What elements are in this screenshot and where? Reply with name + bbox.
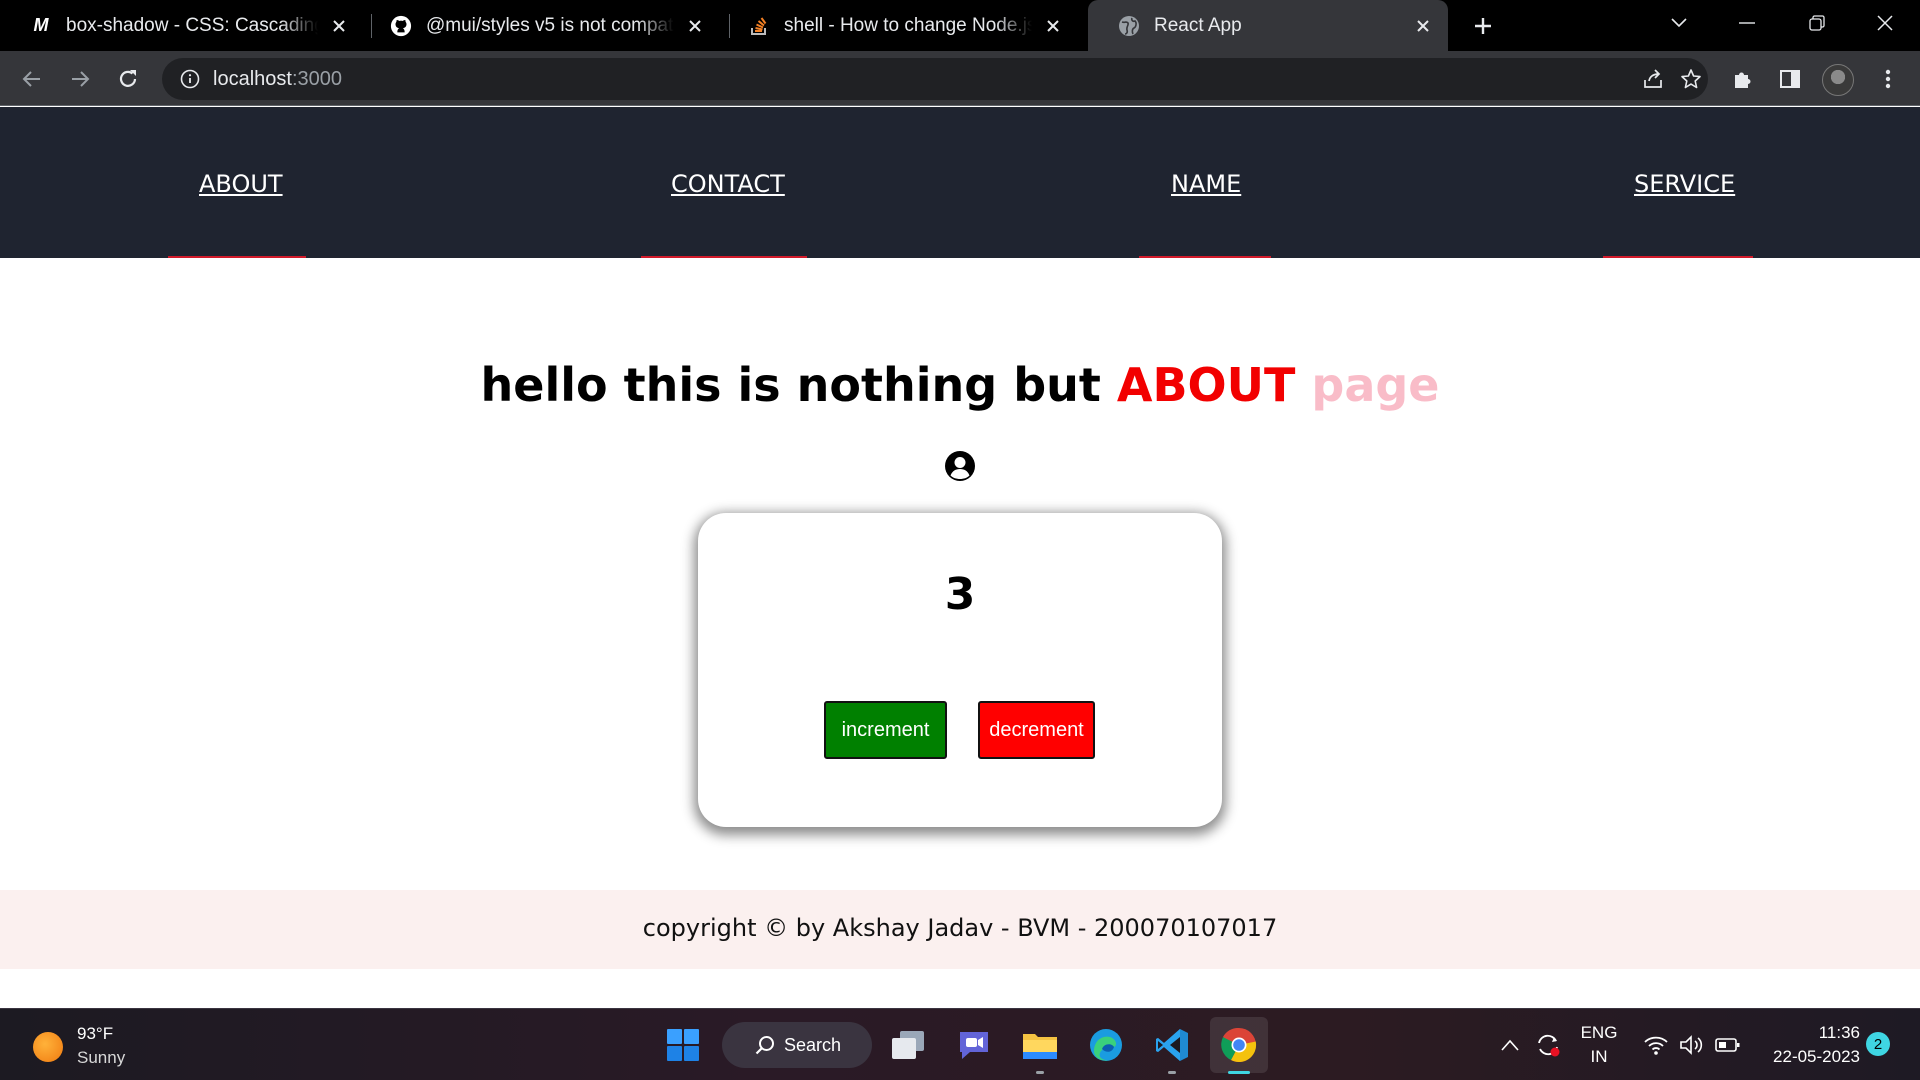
tab-title: @mui/styles v5 is not compatible with Re… <box>426 14 674 36</box>
wifi-icon[interactable] <box>1636 1025 1676 1065</box>
close-icon[interactable] <box>1410 13 1436 39</box>
url-text: localhost:3000 <box>213 68 342 91</box>
user-circle-icon <box>945 451 975 481</box>
profile-avatar[interactable] <box>1822 64 1854 96</box>
active-indicator <box>1228 1071 1250 1074</box>
heading-highlight: ABOUT <box>1116 358 1296 412</box>
chrome-icon[interactable] <box>1219 1025 1259 1065</box>
notification-badge[interactable]: 2 <box>1866 1032 1890 1056</box>
close-window-button[interactable] <box>1856 0 1914 46</box>
nav-link-service[interactable]: SERVICE <box>1634 170 1735 198</box>
minimize-button[interactable] <box>1718 0 1776 46</box>
tab-github[interactable]: @mui/styles v5 is not compatible with Re… <box>360 0 720 51</box>
running-indicator <box>1036 1071 1044 1074</box>
side-panel-icon[interactable] <box>1772 61 1808 97</box>
search-icon <box>755 1036 774 1055</box>
url-port: :3000 <box>291 68 342 90</box>
close-icon[interactable] <box>1040 13 1066 39</box>
site-footer: copyright © by Akshay Jadav - BVM - 2000… <box>0 890 1920 969</box>
task-view-icon[interactable] <box>888 1025 928 1065</box>
tab-react-app[interactable]: React App <box>1088 0 1448 51</box>
nav-underline-about <box>168 256 306 258</box>
search-label: Search <box>784 1034 842 1055</box>
nav-underline-name <box>1139 256 1271 258</box>
teams-chat-icon[interactable] <box>954 1025 994 1065</box>
close-icon[interactable] <box>682 13 708 39</box>
weather-temperature[interactable]: 93°F <box>77 1024 113 1044</box>
counter-value: 3 <box>944 569 976 620</box>
stackoverflow-icon <box>748 15 770 37</box>
extensions-icon[interactable] <box>1724 61 1760 97</box>
counter-card: 3 increment decrement <box>698 513 1222 827</box>
nav-link-contact[interactable]: CONTACT <box>671 170 785 198</box>
weather-sun-icon[interactable] <box>33 1032 63 1062</box>
decrement-button[interactable]: decrement <box>978 701 1095 759</box>
bookmark-star-icon[interactable] <box>1676 64 1706 94</box>
site-navbar: ABOUT CONTACT NAME SERVICE <box>0 107 1920 258</box>
restore-button[interactable] <box>1788 0 1846 46</box>
tab-stackoverflow[interactable]: shell - How to change Node.js version <box>718 0 1078 51</box>
windows-taskbar: 93°F Sunny Search ENG IN 11:36 22-05-202… <box>0 1008 1920 1080</box>
running-indicator <box>1168 1071 1176 1074</box>
site-info-icon[interactable] <box>178 67 202 91</box>
tab-title: shell - How to change Node.js version <box>784 14 1032 36</box>
reload-button[interactable] <box>110 61 146 97</box>
increment-button[interactable]: increment <box>824 701 947 759</box>
browser-toolbar: localhost:3000 <box>0 51 1920 106</box>
tab-mdn[interactable]: M box-shadow - CSS: Cascading Style Shee… <box>0 0 364 51</box>
menu-kebab-icon[interactable] <box>1870 61 1906 97</box>
url-host: localhost <box>213 68 292 90</box>
nav-link-about[interactable]: ABOUT <box>199 170 283 198</box>
mdn-icon: M <box>33 15 49 35</box>
address-bar[interactable]: localhost:3000 <box>162 58 1708 100</box>
close-icon[interactable] <box>326 13 352 39</box>
heading-text: hello this is nothing but <box>480 358 1117 412</box>
tab-title: box-shadow - CSS: Cascading Style Sheets… <box>66 14 318 36</box>
forward-button[interactable] <box>62 61 98 97</box>
clock-time[interactable]: 11:36 <box>1740 1023 1860 1043</box>
edge-browser-icon[interactable] <box>1086 1025 1126 1065</box>
nav-link-name[interactable]: NAME <box>1171 170 1241 198</box>
share-icon[interactable] <box>1638 64 1668 94</box>
windows-start-icon[interactable] <box>663 1025 703 1065</box>
file-explorer-icon[interactable] <box>1020 1025 1060 1065</box>
page-heading: hello this is nothing but ABOUT page <box>0 358 1920 412</box>
github-icon <box>390 15 412 37</box>
chevron-up-icon[interactable] <box>1490 1025 1530 1065</box>
back-button[interactable] <box>14 61 50 97</box>
new-tab-button[interactable] <box>1468 11 1498 41</box>
language-code[interactable]: ENG <box>1574 1023 1624 1043</box>
tab-title: React App <box>1154 14 1242 36</box>
globe-icon <box>1118 15 1140 37</box>
nav-underline-service <box>1603 256 1753 258</box>
sync-alert-icon[interactable] <box>1528 1025 1568 1065</box>
nav-underline-contact <box>641 256 807 258</box>
taskbar-search[interactable]: Search <box>722 1022 872 1068</box>
heading-suffix: page <box>1295 358 1440 412</box>
volume-icon[interactable] <box>1672 1025 1712 1065</box>
browser-tab-strip: M box-shadow - CSS: Cascading Style Shee… <box>0 0 1920 51</box>
tab-search-button[interactable] <box>1650 0 1708 46</box>
clock-date[interactable]: 22-05-2023 <box>1740 1047 1860 1067</box>
copyright-text: copyright © by Akshay Jadav - BVM - 2000… <box>642 914 1278 942</box>
vscode-icon[interactable] <box>1152 1025 1192 1065</box>
language-region[interactable]: IN <box>1574 1047 1624 1067</box>
weather-condition[interactable]: Sunny <box>77 1048 125 1068</box>
